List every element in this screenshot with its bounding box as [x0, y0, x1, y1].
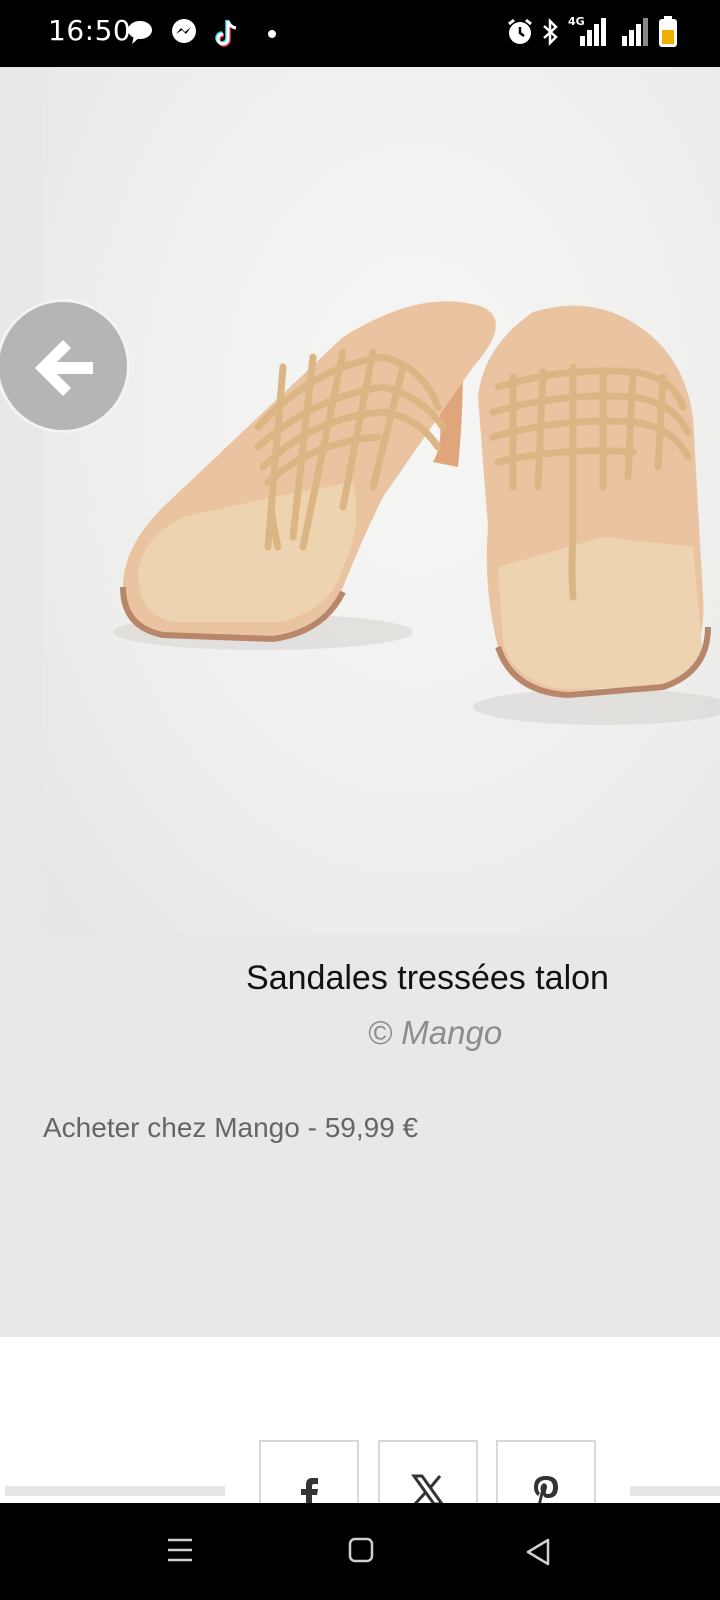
share-pinterest-button[interactable]	[496, 1440, 596, 1508]
dot-icon	[268, 30, 276, 38]
home-square-icon[interactable]	[348, 1537, 374, 1568]
buy-link[interactable]: Acheter chez Mango - 59,99 €	[43, 1112, 418, 1144]
status-bar: 16:50 4G	[0, 0, 720, 67]
product-title: Sandales tressées talon	[246, 959, 609, 997]
signal-icon	[620, 16, 652, 51]
arrow-left-icon	[35, 340, 93, 396]
bluetooth-icon	[540, 17, 560, 51]
sandals-illustration	[113, 301, 720, 725]
messenger-icon	[170, 18, 198, 51]
product-gallery: Sandales tressées talon © Mango Acheter …	[0, 67, 720, 1337]
system-nav-bar	[0, 1503, 720, 1600]
battery-icon	[658, 16, 678, 53]
previous-image-button[interactable]	[0, 299, 130, 433]
divider-right	[630, 1486, 720, 1496]
alarm-icon	[506, 18, 534, 51]
divider-left	[5, 1486, 225, 1496]
share-facebook-button[interactable]	[259, 1440, 359, 1508]
chat-bubble-icon	[126, 18, 154, 51]
status-time: 16:50	[48, 14, 132, 47]
product-image[interactable]	[43, 67, 720, 935]
back-triangle-icon[interactable]	[524, 1537, 552, 1572]
photo-credit: © Mango	[367, 1014, 503, 1051]
tiktok-icon	[212, 18, 240, 53]
signal-4g-icon: 4G	[566, 14, 612, 53]
network-label: 4G	[568, 15, 585, 28]
share-x-button[interactable]	[378, 1440, 478, 1506]
menu-icon[interactable]	[166, 1537, 194, 1568]
